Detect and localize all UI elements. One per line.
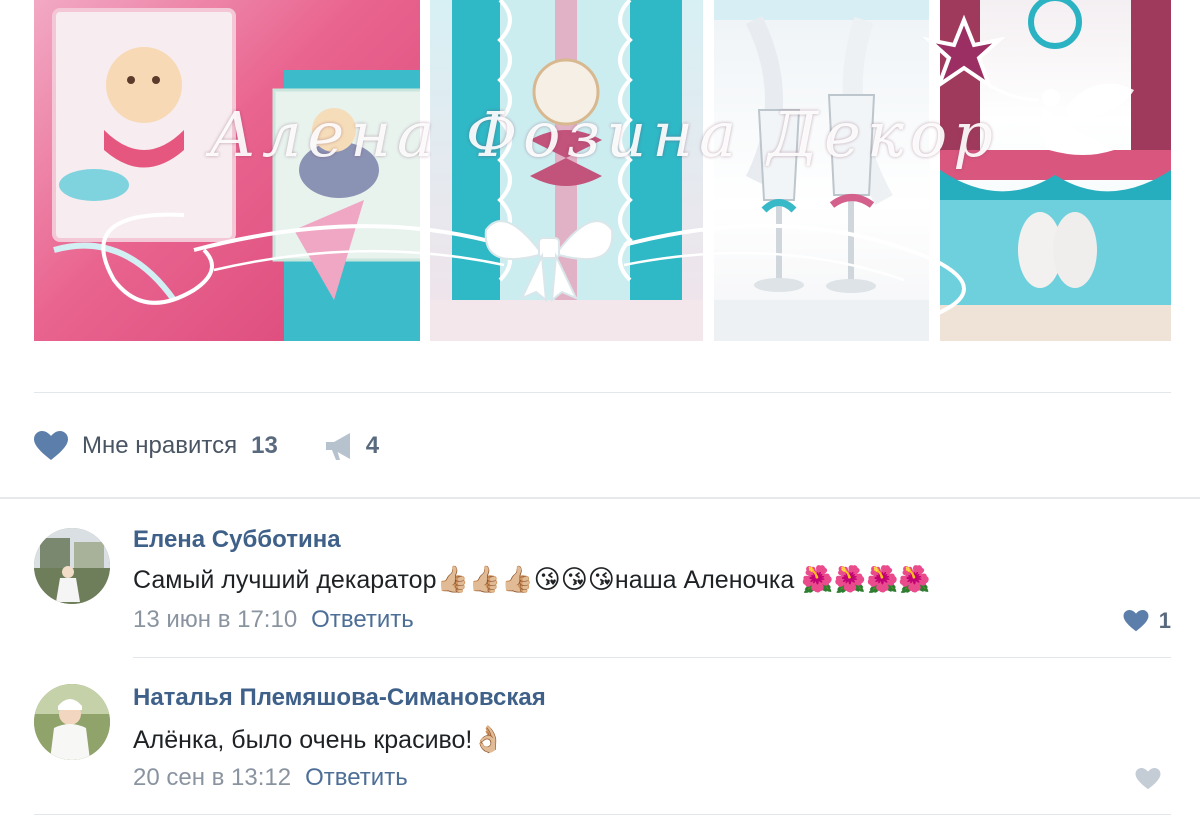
comments-divider [0,497,1200,499]
comment-item: Елена Субботина Самый лучший декаратор👍🏼… [34,524,1171,634]
like-label: Мне нравится [82,432,238,459]
comment-author[interactable]: Наталья Племяшова-Симановская [133,684,546,712]
share-count: 4 [365,432,380,459]
heart-icon [34,431,68,460]
post-actions: Мне нравится 13 4 [34,424,379,468]
reply-button[interactable]: Ответить [305,764,408,791]
reply-button[interactable]: Ответить [311,606,414,633]
avatar-photo [34,528,110,604]
avatar[interactable] [34,684,110,760]
comment-divider [133,657,1171,658]
comment-like-button[interactable]: 1 [1123,608,1171,634]
comment-text-part: Алёнка, было очень красиво! [133,726,473,754]
comment-meta: 13 июн в 17:10 Ответить [133,606,414,634]
emoji-group: 👌🏼 [472,724,505,754]
post-divider [34,392,1171,393]
comment-text-part: Самый лучший декаратор [133,566,437,594]
comment-author[interactable]: Елена Субботина [133,526,341,554]
megaphone-icon [325,433,350,460]
heart-icon [1123,610,1149,632]
comment-text-part: наша Аленочка [614,566,795,594]
watermark-text: Алена Фозина Декор [209,98,999,171]
like-button[interactable]: Мне нравится 13 [34,431,278,461]
bottom-divider [34,814,1171,815]
comment-meta: 20 сен в 13:12 Ответить [133,764,408,792]
avatar[interactable] [34,528,110,604]
share-button[interactable]: 4 [324,431,379,461]
emoji-group: 🌺🌺🌺🌺 [801,564,931,594]
emoji-group: 👍🏼👍🏼👍🏼😘😘😘 [436,564,615,594]
comment-text: Алёнка, было очень красиво!👌🏼 [133,724,505,755]
comment-text: Самый лучший декаратор👍🏼👍🏼👍🏼😘😘😘наша Ален… [133,564,931,595]
comment-like-count: 1 [1158,608,1171,633]
comment-date[interactable]: 13 июн в 17:10 [133,606,297,633]
heart-icon [1135,768,1161,790]
comment-item: Наталья Племяшова-Симановская Алёнка, бы… [34,682,1171,792]
comment-like-button[interactable] [1135,768,1171,790]
comment-date[interactable]: 20 сен в 13:12 [133,764,291,791]
like-count: 13 [251,432,278,459]
post-photo-collage[interactable]: Алена Фозина Декор [34,0,1171,341]
avatar-photo [34,684,110,760]
